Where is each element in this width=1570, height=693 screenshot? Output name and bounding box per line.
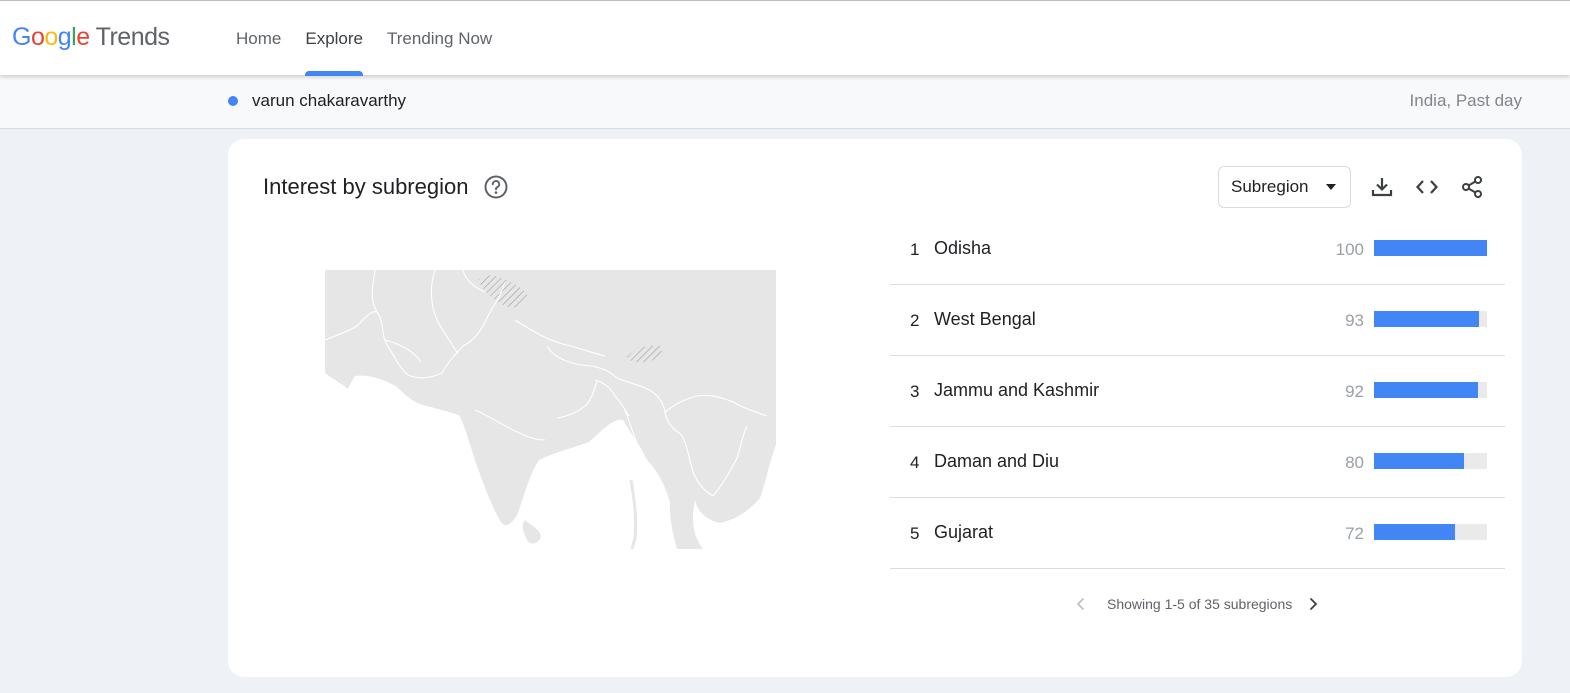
ranking-row[interactable]: 5 Gujarat 72 — [890, 498, 1505, 569]
resolution-selected-value: Subregion — [1231, 177, 1309, 196]
ranking-subregion-name: West Bengal — [934, 309, 1036, 329]
ranking-number: 1 — [910, 240, 920, 259]
nav-tab-label: Home — [236, 28, 282, 48]
ranking-row[interactable]: 2 West Bengal 93 — [890, 285, 1505, 356]
ranking-bar-fill — [1374, 524, 1456, 540]
search-term-color-dot — [228, 96, 238, 106]
ranking-bar-fill — [1374, 382, 1478, 398]
subregion-ranking-list: 1 Odisha 100 2 West Bengal 93 3 Jammu an… — [890, 214, 1505, 569]
ranking-bar-fill — [1374, 453, 1465, 469]
ranking-number: 3 — [910, 382, 920, 401]
search-filters[interactable]: India, Past day — [1410, 91, 1522, 111]
logo-letter: o — [30, 23, 45, 51]
caret-down-icon — [1326, 184, 1336, 190]
ranking-number: 5 — [910, 524, 920, 543]
ranking-row[interactable]: 1 Odisha 100 — [890, 214, 1505, 285]
nav-tab-explore[interactable]: Explore — [293, 1, 375, 76]
ranking-bar-track — [1374, 382, 1487, 398]
download-icon[interactable] — [1369, 174, 1395, 200]
ranking-value: 92 — [1345, 382, 1364, 401]
ranking-bar-track — [1374, 240, 1487, 256]
chevron-right-icon[interactable] — [1305, 596, 1321, 612]
ranking-number: 2 — [910, 311, 920, 330]
main-nav: Home Explore Trending Now — [224, 1, 504, 76]
help-circle-icon[interactable] — [483, 174, 509, 200]
subregion-map[interactable] — [325, 270, 776, 549]
top-app-bar: Google Trends Home Explore Trending Now — [0, 0, 1570, 76]
card-title: Interest by subregion — [263, 174, 469, 199]
active-tab-indicator — [305, 71, 363, 76]
pagination-status: Showing 1-5 of 35 subregions — [1107, 596, 1293, 612]
google-trends-logo[interactable]: Google Trends — [12, 23, 170, 52]
ranking-value: 100 — [1335, 240, 1364, 259]
nav-tab-label: Trending Now — [387, 28, 493, 48]
ranking-bar-fill — [1374, 240, 1487, 256]
ranking-row[interactable]: 3 Jammu and Kashmir 92 — [890, 356, 1505, 427]
logo-product-name: Trends — [95, 23, 170, 51]
embed-code-icon[interactable] — [1414, 174, 1440, 200]
ranking-subregion-name: Jammu and Kashmir — [934, 380, 1100, 400]
share-icon[interactable] — [1459, 174, 1485, 200]
logo-letter: G — [12, 23, 31, 51]
ranking-subregion-name: Daman and Diu — [934, 451, 1060, 471]
nav-tab-trending-now[interactable]: Trending Now — [375, 1, 504, 76]
ranking-bar-track — [1374, 524, 1487, 540]
ranking-bar-track — [1374, 311, 1487, 327]
ranking-value: 93 — [1345, 311, 1364, 330]
nav-tab-home[interactable]: Home — [224, 1, 293, 76]
ranking-bar-track — [1374, 453, 1487, 469]
nav-tab-label: Explore — [305, 28, 363, 48]
ranking-bar-fill — [1374, 311, 1480, 327]
resolution-dropdown[interactable]: Subregion — [1218, 166, 1351, 208]
logo-letter: g — [57, 23, 72, 51]
ranking-value: 80 — [1345, 453, 1364, 472]
ranking-subregion-name: Gujarat — [934, 522, 994, 542]
search-term[interactable]: varun chakaravarthy — [252, 91, 406, 111]
logo-letter: o — [44, 23, 58, 51]
ranking-subregion-name: Odisha — [934, 238, 992, 258]
pagination: Showing 1-5 of 35 subregions — [1073, 594, 1333, 614]
ranking-row[interactable]: 4 Daman and Diu 80 — [890, 427, 1505, 498]
ranking-value: 72 — [1345, 524, 1364, 543]
ranking-number: 4 — [910, 453, 920, 472]
interest-by-subregion-card: Interest by subregion Subregion 1 Odisha… — [228, 139, 1522, 677]
logo-letter: e — [76, 23, 90, 51]
chevron-left-icon[interactable] — [1073, 596, 1089, 612]
